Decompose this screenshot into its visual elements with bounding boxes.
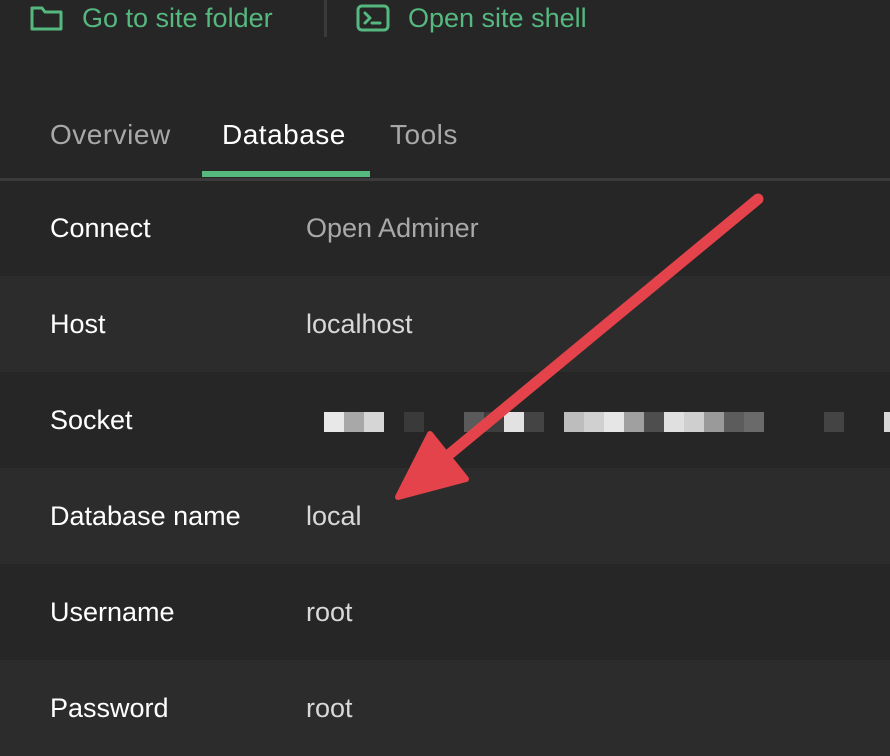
site-tabs: Overview Database Tools bbox=[0, 92, 890, 180]
tab-database[interactable]: Database bbox=[222, 92, 346, 178]
row-socket: Socket bbox=[0, 372, 890, 468]
row-username: Username root bbox=[0, 564, 890, 660]
open-site-shell-button[interactable]: Open site shell bbox=[356, 0, 587, 36]
database-name-value[interactable]: local bbox=[306, 468, 362, 564]
row-host: Host localhost bbox=[0, 276, 890, 372]
row-connect: Connect Open Adminer bbox=[0, 181, 890, 276]
go-to-site-folder-label: Go to site folder bbox=[82, 2, 273, 33]
open-adminer-link[interactable]: Open Adminer bbox=[306, 181, 479, 276]
active-tab-indicator bbox=[202, 171, 370, 177]
folder-icon bbox=[30, 4, 64, 32]
action-divider bbox=[324, 0, 327, 37]
connect-label: Connect bbox=[50, 213, 151, 243]
password-value[interactable]: root bbox=[306, 660, 353, 756]
tab-overview[interactable]: Overview bbox=[50, 92, 171, 178]
host-value[interactable]: localhost bbox=[306, 276, 413, 372]
username-label: Username bbox=[50, 596, 175, 627]
tab-tools[interactable]: Tools bbox=[390, 92, 458, 178]
database-info-list: Connect Open Adminer Host localhost Sock… bbox=[0, 181, 890, 756]
row-database-name: Database name local bbox=[0, 468, 890, 564]
open-site-shell-label: Open site shell bbox=[408, 2, 587, 33]
go-to-site-folder-button[interactable]: Go to site folder bbox=[30, 0, 273, 36]
host-label: Host bbox=[50, 308, 106, 339]
app-window: Go to site folder Open site shell Overvi… bbox=[0, 0, 890, 756]
password-label: Password bbox=[50, 692, 169, 723]
socket-value-redacted bbox=[324, 412, 890, 432]
username-value[interactable]: root bbox=[306, 564, 353, 660]
row-password: Password root bbox=[0, 660, 890, 756]
database-name-label: Database name bbox=[50, 500, 241, 531]
socket-label: Socket bbox=[50, 404, 133, 435]
terminal-icon bbox=[356, 4, 390, 32]
site-action-bar: Go to site folder Open site shell bbox=[0, 0, 890, 40]
